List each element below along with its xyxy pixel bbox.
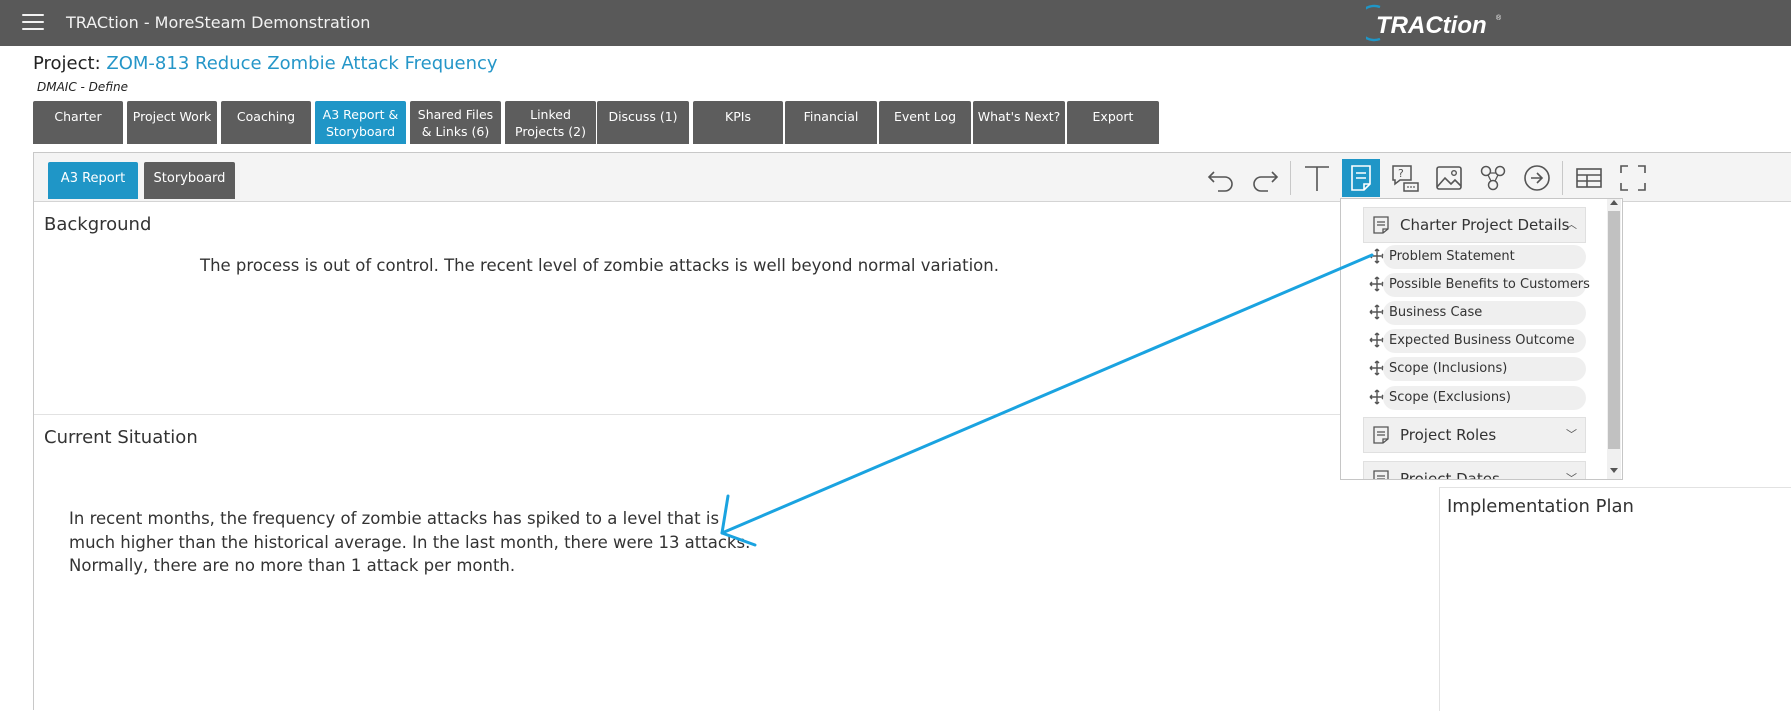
chevron-down-icon[interactable]: ﹀	[1566, 418, 1577, 452]
implementation-plan-title: Implementation Plan	[1447, 496, 1634, 517]
tab-discuss[interactable]: Discuss (1)	[597, 101, 689, 144]
fullscreen-icon[interactable]	[1614, 159, 1652, 197]
top-bar: TRACtion - MoreSteam Demonstration TRACt…	[0, 0, 1791, 46]
svg-text:®: ®	[1496, 14, 1502, 22]
group-charter-project-details[interactable]: Charter Project Details ︿	[1363, 207, 1586, 243]
group-project-dates[interactable]: Project Dates ﹀	[1363, 461, 1586, 479]
tab-charter[interactable]: Charter	[33, 101, 123, 144]
project-name-link[interactable]: ZOM-813 Reduce Zombie Attack Frequency	[106, 53, 497, 74]
image-icon[interactable]	[1430, 159, 1468, 197]
document-icon	[1373, 470, 1389, 479]
text-icon[interactable]	[1298, 159, 1336, 197]
tab-event-log[interactable]: Event Log	[879, 101, 971, 144]
current-situation-text[interactable]: In recent months, the frequency of zombi…	[69, 507, 750, 578]
table-icon[interactable]	[1570, 159, 1608, 197]
data-field-picker[interactable]: Charter Project Details ︿ Problem Statem…	[1340, 198, 1623, 480]
field-item-possible-benefits[interactable]: Possible Benefits to Customers	[1369, 273, 1590, 297]
implementation-plan-border	[1439, 487, 1440, 711]
field-item-scope-exclusions[interactable]: Scope (Exclusions)	[1369, 386, 1590, 410]
scroll-thumb[interactable]	[1608, 211, 1620, 449]
background-text[interactable]: The process is out of control. The recen…	[200, 254, 999, 278]
field-item-expected-business-outcome[interactable]: Expected Business Outcome	[1369, 329, 1590, 353]
document-icon	[1373, 216, 1389, 234]
field-item-problem-statement[interactable]: Problem Statement	[1369, 245, 1590, 269]
hamburger-menu-icon[interactable]	[22, 14, 44, 32]
group-project-roles[interactable]: Project Roles ﹀	[1363, 417, 1586, 453]
subtab-storyboard[interactable]: Storyboard	[144, 162, 235, 199]
subtab-a3-report[interactable]: A3 Report	[48, 162, 138, 199]
chevron-up-icon[interactable]: ︿	[1566, 208, 1577, 242]
traction-logo: TRACtion ®	[1356, 2, 1506, 44]
current-situation-title: Current Situation	[44, 427, 198, 448]
tab-project-work[interactable]: Project Work	[127, 101, 217, 144]
a3-toolbar: A3 Report Storyboard ?	[34, 153, 1791, 202]
tab-whats-next[interactable]: What's Next?	[973, 101, 1065, 144]
tab-a3-report-storyboard[interactable]: A3 Report & Storyboard	[315, 101, 406, 144]
project-heading: Project: ZOM-813 Reduce Zombie Attack Fr…	[33, 53, 498, 74]
logo-text: TRACtion	[1376, 12, 1487, 39]
tab-coaching[interactable]: Coaching	[221, 101, 311, 144]
field-item-scope-inclusions[interactable]: Scope (Inclusions)	[1369, 357, 1590, 381]
tab-export[interactable]: Export	[1067, 101, 1159, 144]
tab-shared-files[interactable]: Shared Files & Links (6)	[410, 101, 501, 144]
document-icon	[1373, 426, 1389, 444]
arrow-icon[interactable]	[1518, 159, 1556, 197]
undo-icon[interactable]	[1202, 159, 1240, 197]
app-title: TRACtion - MoreSteam Demonstration	[66, 13, 371, 32]
picker-scrollbar[interactable]	[1607, 199, 1621, 479]
redo-icon[interactable]	[1246, 159, 1284, 197]
project-label: Project:	[33, 53, 101, 74]
tab-kpis[interactable]: KPIs	[693, 101, 783, 144]
chevron-down-icon[interactable]: ﹀	[1566, 462, 1577, 479]
scroll-down-arrow-icon[interactable]	[1610, 468, 1618, 473]
diagram-icon[interactable]	[1474, 159, 1512, 197]
scroll-up-arrow-icon[interactable]	[1610, 200, 1618, 205]
background-title: Background	[44, 214, 152, 235]
project-phase: DMAIC - Define	[37, 80, 129, 94]
svg-text:?: ?	[1398, 167, 1404, 180]
tab-financial[interactable]: Financial	[785, 101, 877, 144]
field-item-business-case[interactable]: Business Case	[1369, 301, 1590, 325]
section-divider	[34, 414, 1344, 415]
implementation-plan-border-top	[1439, 487, 1791, 488]
question-comment-icon[interactable]: ?	[1386, 159, 1424, 197]
data-field-icon[interactable]	[1342, 159, 1380, 197]
tab-linked-projects[interactable]: Linked Projects (2)	[505, 101, 596, 144]
